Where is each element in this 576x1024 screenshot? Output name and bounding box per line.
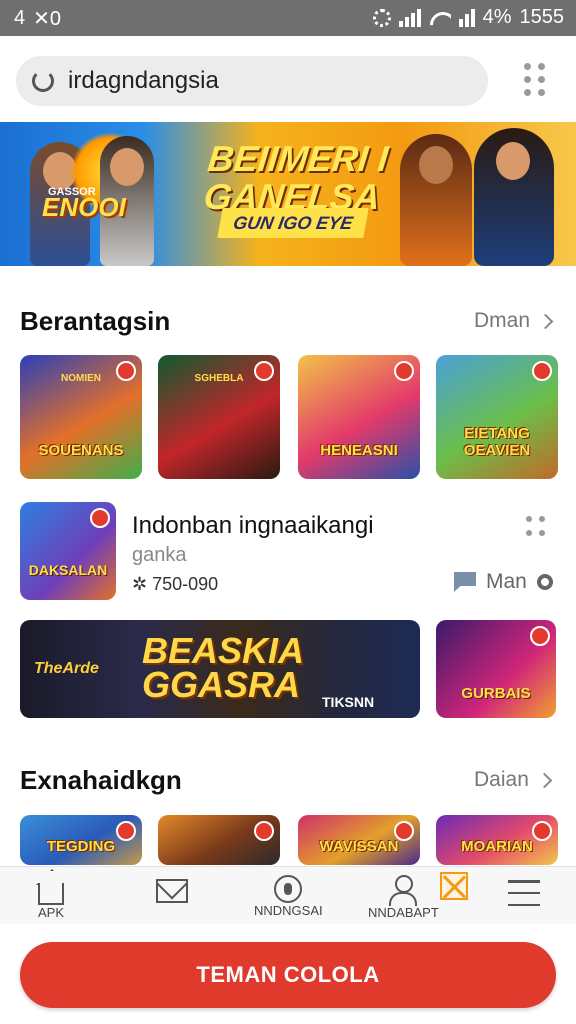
bottom-navigation: APK NNDNGSAI NNDABAPT xyxy=(0,866,576,924)
gear-icon xyxy=(536,574,553,590)
status-bar: 4 ✕0 4% 1555 xyxy=(0,0,576,36)
game-tile[interactable] xyxy=(158,815,280,865)
signal-icon xyxy=(398,8,421,27)
search-bar[interactable] xyxy=(16,56,488,106)
status-left-text: 4 xyxy=(14,7,26,29)
mail-icon xyxy=(156,879,188,903)
game-tile-caption: WAVISSAN xyxy=(319,838,399,855)
app-subtitle: ganka xyxy=(132,544,187,566)
settings-status-icon xyxy=(372,8,391,27)
side-game-tile[interactable]: GURBAIS xyxy=(436,620,556,718)
hero-title-line1: BEIIMERI I xyxy=(205,138,391,179)
side-tile-caption: GURBAIS xyxy=(461,685,531,702)
chevron-right-icon xyxy=(536,772,553,788)
home-icon xyxy=(38,883,64,905)
section-more-label-2: Daian xyxy=(474,768,529,791)
section-title: Berantagsin xyxy=(20,306,171,336)
game-tile[interactable]: EIETANG OEAVIEN xyxy=(436,355,558,479)
nav-label-nndngsai: NNDNGSAI xyxy=(254,903,323,918)
nav-item-nndabapt[interactable]: NNDABAPT xyxy=(368,873,439,920)
promo-banner-title: BEASKIA GGASRA xyxy=(142,630,305,705)
hero-ribbon: GUN IGO EYE xyxy=(217,208,369,238)
game-tile[interactable]: NOMIEN SOUENANS xyxy=(20,355,142,479)
person-icon xyxy=(389,875,418,906)
app-meta: ✲ 750-090 xyxy=(132,574,219,594)
wifi-icon xyxy=(429,10,451,26)
game-tile[interactable]: SGHEBLA xyxy=(158,355,280,479)
refresh-icon[interactable] xyxy=(32,70,54,92)
game-tile-top-caption: NOMIEN xyxy=(61,373,101,384)
app-icon[interactable]: DAKSALAN xyxy=(20,502,116,600)
badge-icon xyxy=(90,508,110,528)
app-action-label: Man xyxy=(486,570,527,593)
app-icon-caption: DAKSALAN xyxy=(28,562,108,578)
promo-banner-left-text: TheArde xyxy=(34,660,99,677)
app-title: Indonban ingnaaikangi xyxy=(132,512,374,539)
chevron-right-icon xyxy=(537,313,554,329)
nav-item-nndngsai[interactable]: NNDNGSAI xyxy=(254,873,323,918)
more-options-icon[interactable] xyxy=(526,516,548,538)
game-tile-caption: MOARIAN xyxy=(461,838,533,855)
section-title-2: Exnahaidkgn xyxy=(20,765,182,795)
hero-logo: ENOOI xyxy=(42,192,126,222)
game-tile-top-caption: SGHEBLA xyxy=(194,373,244,384)
status-notification-icon: ✕0 xyxy=(33,8,62,30)
game-tile-caption: EIETANG OEAVIEN xyxy=(463,425,531,459)
section-more-link-2[interactable]: Daian xyxy=(474,768,553,792)
section-more-label: Dman xyxy=(474,309,531,332)
promo-title-line2: GGASRA xyxy=(142,664,301,705)
nav-item-apk[interactable]: APK xyxy=(38,873,64,920)
badge-icon xyxy=(532,361,552,381)
badge-icon xyxy=(530,626,550,646)
hero-title: BEIIMERI I GANELSA xyxy=(202,138,391,217)
promo-title-line1: BEASKIA xyxy=(142,630,305,671)
game-tile[interactable]: TEGDING xyxy=(20,815,142,865)
badge-icon xyxy=(254,821,274,841)
signal-icon-2 xyxy=(458,8,475,27)
hero-character-4 xyxy=(474,128,554,266)
grid-menu-icon[interactable] xyxy=(524,62,548,96)
game-tile[interactable]: MOARIAN xyxy=(436,815,558,865)
game-tile-caption: HENEASNI xyxy=(320,442,398,459)
menu-icon[interactable] xyxy=(508,880,540,906)
hero-character-3 xyxy=(400,134,472,266)
nav-item-mail[interactable] xyxy=(156,873,188,903)
chat-icon xyxy=(454,572,476,592)
close-box-icon[interactable] xyxy=(440,872,468,900)
game-tile-caption: SOUENANS xyxy=(38,442,124,459)
app-action-button[interactable]: Man xyxy=(454,570,553,594)
search-input[interactable] xyxy=(68,67,448,95)
promo-banner-right-text: TIKSNN xyxy=(322,694,375,710)
game-tile[interactable]: HENEASNI xyxy=(298,355,420,479)
section-more-link[interactable]: Dman xyxy=(474,309,554,333)
clock: 1555 xyxy=(519,6,565,28)
mouse-icon xyxy=(274,875,303,903)
game-tile[interactable]: WAVISSAN xyxy=(298,815,420,865)
badge-icon xyxy=(394,361,414,381)
app-list-item[interactable]: DAKSALAN Indonban ingnaaikangi ganka ✲ 7… xyxy=(0,496,576,606)
primary-cta-button[interactable]: TEMAN COLOLA xyxy=(20,942,556,1008)
nav-label-apk: APK xyxy=(38,905,65,920)
game-tile-caption: TEGDING xyxy=(46,838,116,855)
promo-banner[interactable]: TheArde BEASKIA GGASRA TIKSNN xyxy=(20,620,420,718)
battery-percent: 4% xyxy=(482,6,512,28)
hero-banner[interactable]: GASSOR ENOOI BEIIMERI I GANELSA GUN IGO … xyxy=(0,122,576,266)
nav-label-nndabapt: NNDABAPT xyxy=(368,905,439,920)
